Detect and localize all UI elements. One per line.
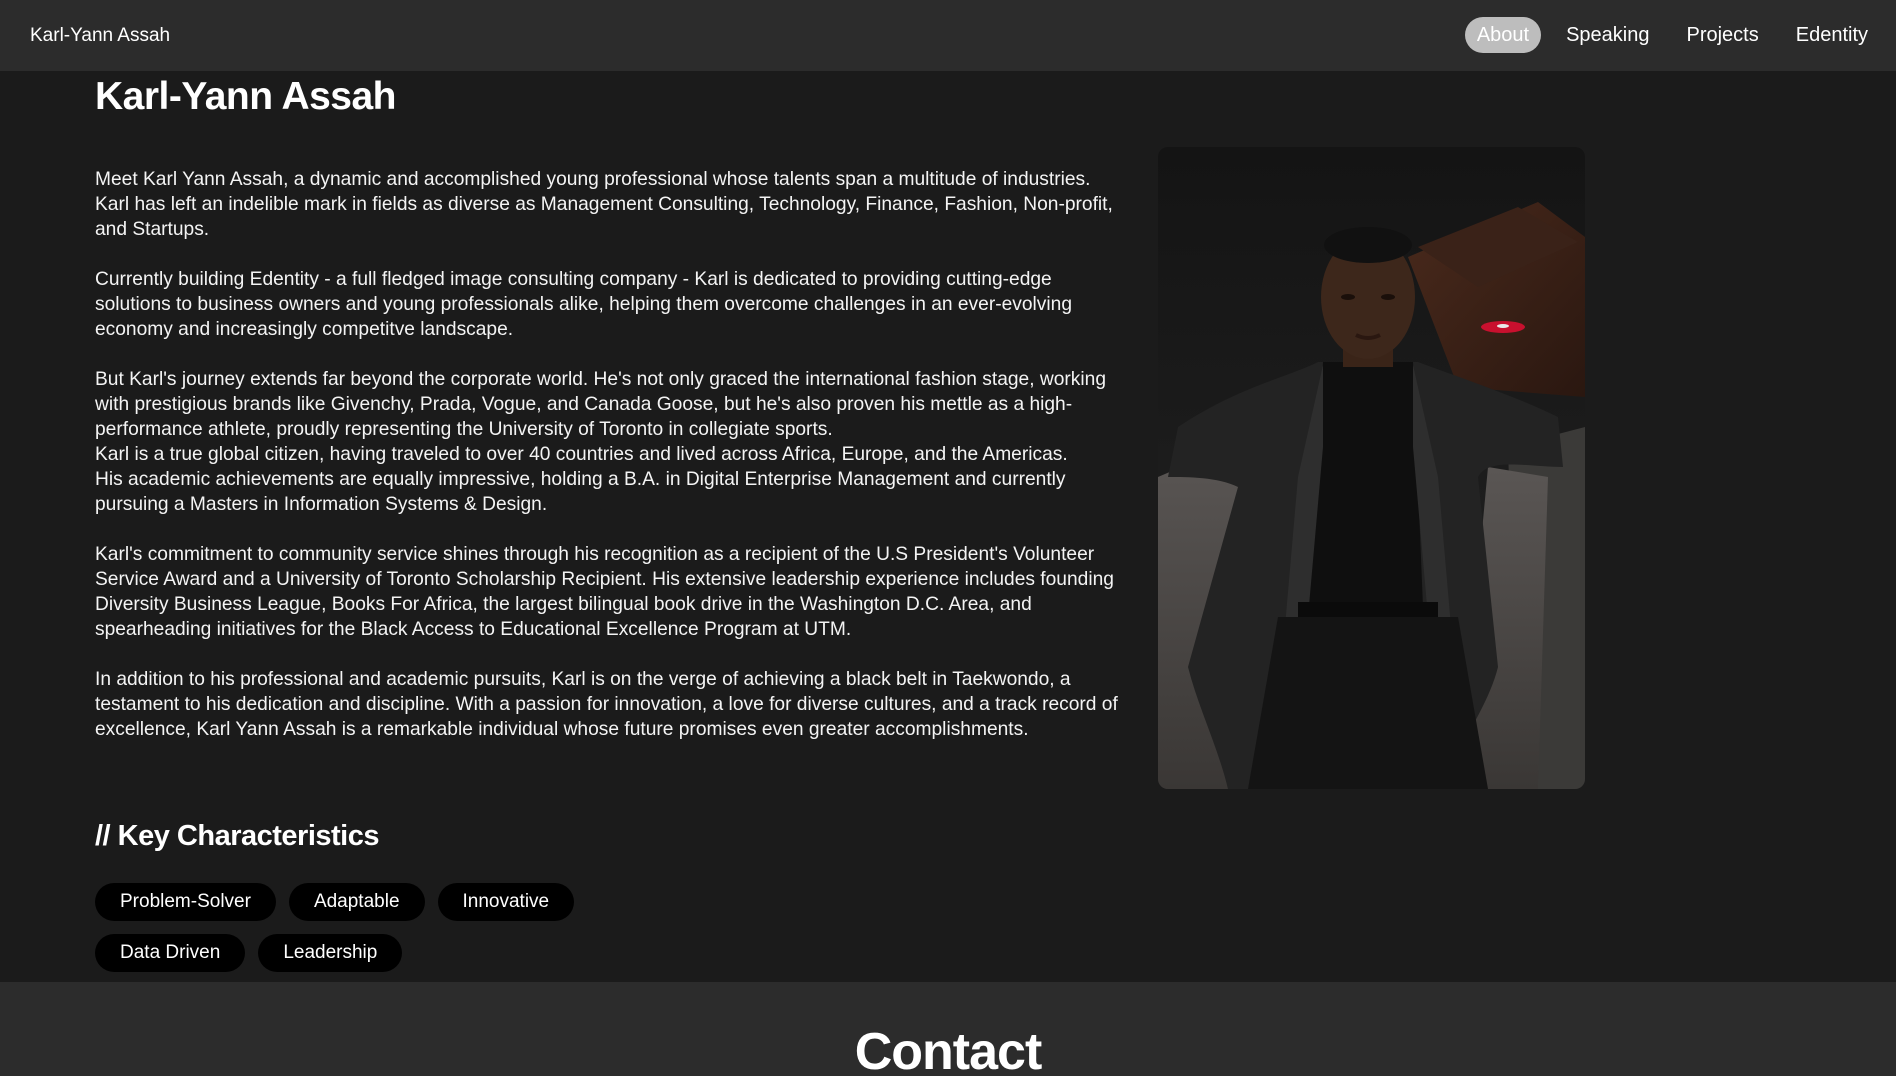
brand-link[interactable]: Karl-Yann Assah <box>30 0 170 71</box>
nav-link-speaking[interactable]: Speaking <box>1554 17 1661 53</box>
tag-innovative: Innovative <box>437 883 575 921</box>
bio-paragraph-journey: But Karl's journey extends far beyond th… <box>95 369 1106 440</box>
bio-paragraph-closing: In addition to his professional and acad… <box>95 669 1118 740</box>
page-title: Karl-Yann Assah <box>95 75 397 118</box>
tag-adaptable: Adaptable <box>288 883 425 921</box>
characteristics-tags: Problem-Solver Adaptable Innovative Data… <box>95 883 615 972</box>
contact-section: Contact <box>0 982 1896 1076</box>
bio-paragraph-community: Karl's commitment to community service s… <box>95 544 1114 640</box>
contact-title: Contact <box>854 1023 1043 1076</box>
tag-leadership: Leadership <box>258 934 403 972</box>
nav-links: About Speaking Projects Edentity <box>1452 17 1880 53</box>
nav-link-about[interactable]: About <box>1464 17 1542 53</box>
navbar: Karl-Yann Assah About Speaking Projects … <box>0 0 1896 71</box>
portrait-photo <box>1158 147 1585 789</box>
portrait-illustration <box>1158 147 1585 789</box>
key-characteristics-title: // Key Characteristics <box>95 820 379 852</box>
nav-link-projects[interactable]: Projects <box>1674 17 1770 53</box>
tag-problem-solver: Problem-Solver <box>95 883 276 921</box>
about-section: Karl-Yann Assah Meet Karl Yann Assah, a … <box>0 71 1896 982</box>
bio-paragraph-academic: His academic achievements are equally im… <box>95 469 1066 515</box>
tag-data-driven: Data Driven <box>95 934 246 972</box>
bio-text: Meet Karl Yann Assah, a dynamic and acco… <box>95 167 1125 767</box>
bio-paragraph-edentity: Currently building Edentity - a full fle… <box>95 269 1072 340</box>
bio-paragraph-global: Karl is a true global citizen, having tr… <box>95 444 1068 465</box>
nav-link-edentity[interactable]: Edentity <box>1784 17 1880 53</box>
bio-paragraph-intro: Meet Karl Yann Assah, a dynamic and acco… <box>95 169 1113 240</box>
